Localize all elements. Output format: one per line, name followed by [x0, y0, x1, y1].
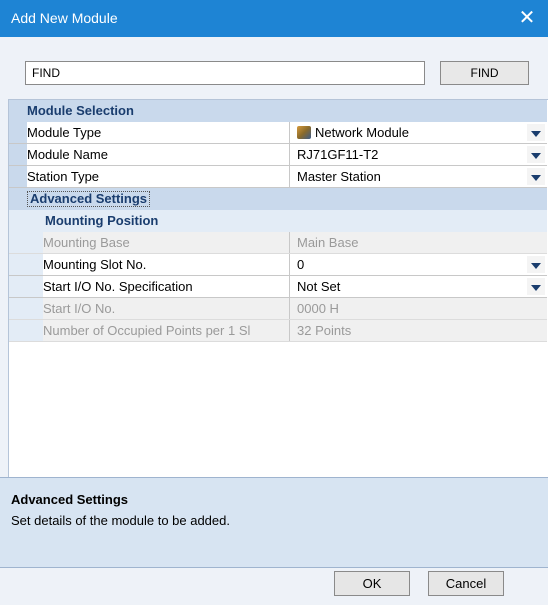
dropdown-arrow-icon[interactable]	[527, 256, 545, 273]
row-label: Module Name	[27, 147, 108, 162]
dialog-footer: OK Cancel	[0, 568, 548, 605]
row-label: Start I/O No.	[43, 301, 116, 316]
row-label: Start I/O No. Specification	[43, 279, 193, 294]
row-label: Module Type	[27, 125, 102, 140]
category-label: Module Selection	[27, 103, 134, 118]
network-module-icon	[297, 126, 311, 139]
add-new-module-dialog: Add New Module ✕ FIND Module Selection M…	[0, 0, 548, 605]
row-start-io-specification[interactable]: Start I/O No. Specification Not Set	[9, 276, 547, 298]
dropdown-arrow-icon[interactable]	[527, 124, 545, 141]
row-label: Mounting Base	[43, 235, 130, 250]
window-title: Add New Module	[11, 10, 118, 26]
subcategory-label: Mounting Position	[45, 213, 159, 228]
cancel-button[interactable]: Cancel	[428, 571, 504, 596]
title-bar: Add New Module ✕	[0, 0, 548, 37]
description-text: Set details of the module to be added.	[11, 513, 230, 528]
row-value: 32 Points	[297, 323, 352, 338]
row-label: Mounting Slot No.	[43, 257, 147, 272]
row-mounting-slot[interactable]: Mounting Slot No. 0	[9, 254, 547, 276]
find-button[interactable]: FIND	[440, 61, 529, 85]
ok-button[interactable]: OK	[334, 571, 410, 596]
category-label: Advanced Settings	[27, 191, 151, 207]
row-label: Number of Occupied Points per 1 Sl	[43, 323, 251, 338]
row-mounting-base: Mounting Base Main Base	[9, 232, 547, 254]
row-module-name[interactable]: Module Name RJ71GF11-T2	[9, 144, 547, 166]
dropdown-arrow-icon[interactable]	[527, 168, 545, 185]
subcategory-mounting-position[interactable]: Mounting Position	[9, 210, 547, 232]
row-value: Network Module	[297, 125, 409, 140]
dropdown-arrow-icon[interactable]	[527, 146, 545, 163]
dropdown-arrow-icon[interactable]	[527, 278, 545, 295]
row-occupied-points: Number of Occupied Points per 1 Sl 32 Po…	[9, 320, 547, 342]
close-icon[interactable]: ✕	[516, 6, 538, 30]
category-module-selection[interactable]: Module Selection	[9, 100, 547, 122]
row-start-io-no: Start I/O No. 0000 H	[9, 298, 547, 320]
row-value: 0000 H	[297, 301, 339, 316]
find-input[interactable]	[25, 61, 425, 85]
description-title: Advanced Settings	[11, 492, 129, 507]
property-grid: Module Selection Module Type Network Mod…	[8, 99, 548, 477]
row-value: Not Set	[297, 279, 341, 294]
row-label: Station Type	[27, 169, 100, 184]
description-panel: Advanced Settings Set details of the mod…	[0, 477, 548, 568]
row-value: RJ71GF11-T2	[297, 147, 379, 162]
row-value: Master Station	[297, 169, 381, 184]
row-value: 0	[297, 257, 305, 272]
category-advanced-settings[interactable]: Advanced Settings	[9, 188, 547, 210]
find-bar: FIND	[0, 37, 548, 99]
row-module-type[interactable]: Module Type Network Module	[9, 122, 547, 144]
row-station-type[interactable]: Station Type Master Station	[9, 166, 547, 188]
row-value: Main Base	[297, 235, 359, 250]
